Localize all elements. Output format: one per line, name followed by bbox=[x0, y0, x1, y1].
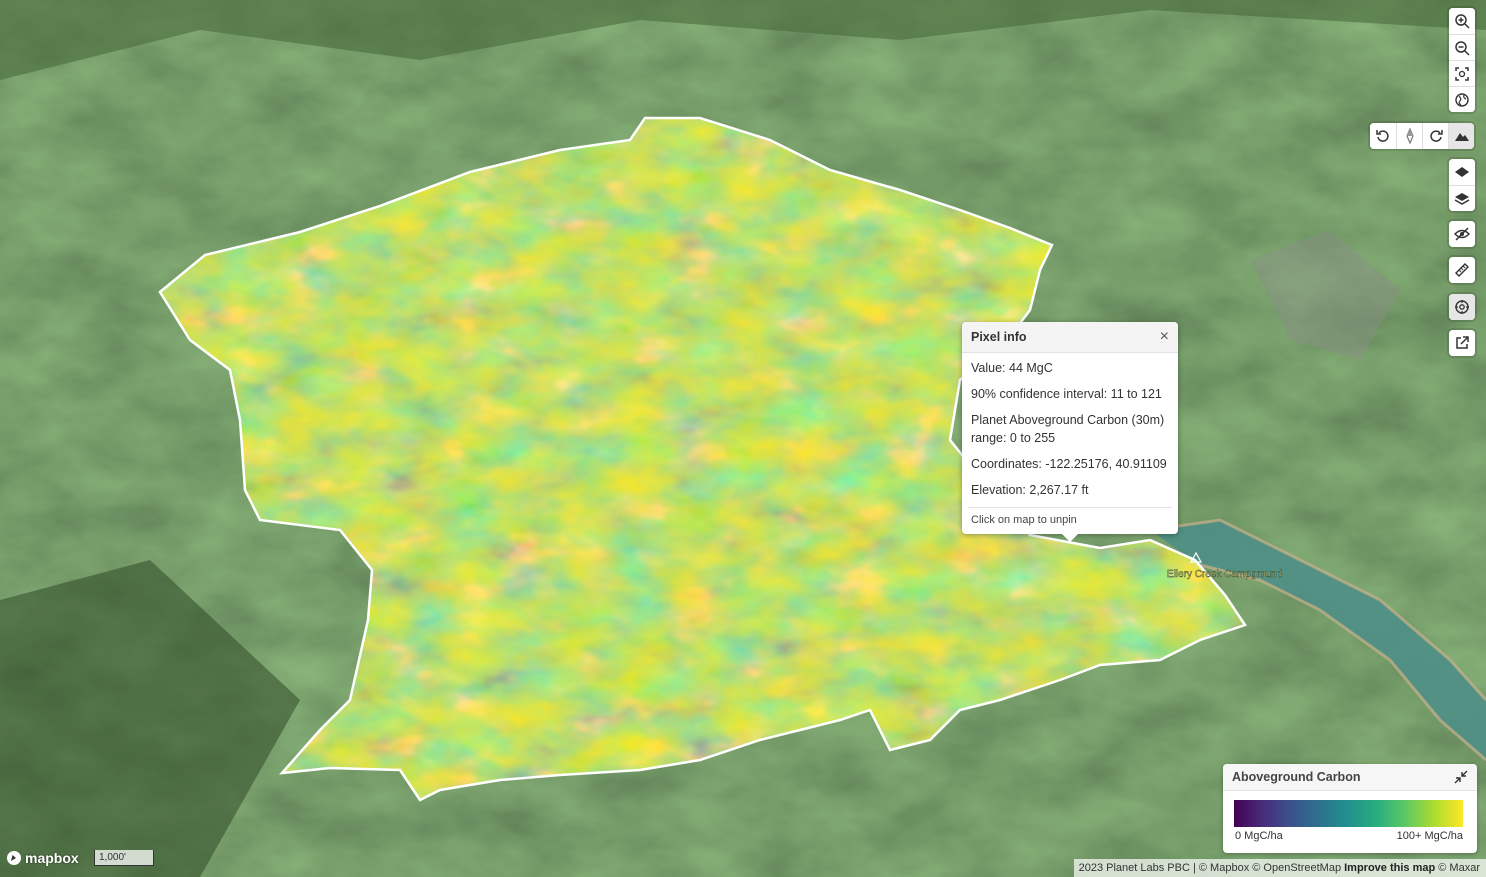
rotate-right-icon bbox=[1429, 130, 1443, 142]
elevation: Elevation: 2,267.17 ft bbox=[971, 483, 1089, 497]
logo-text: mapbox bbox=[25, 850, 79, 866]
compass-icon bbox=[1405, 128, 1414, 144]
scale-bar: 1,000' bbox=[94, 850, 154, 866]
layer-button[interactable] bbox=[1449, 159, 1475, 185]
visibility-control bbox=[1449, 221, 1475, 247]
pixel-info-popup: Pixel info × Value: 44 MgC 90% confidenc… bbox=[962, 322, 1178, 542]
popup-tip bbox=[1062, 534, 1078, 542]
legend-labels: 0 MgC/ha 100+ MgC/ha bbox=[1235, 830, 1463, 842]
attribution: 2023 Planet Labs PBC | © Mapbox © OpenSt… bbox=[1073, 859, 1486, 877]
target-button[interactable] bbox=[1449, 294, 1475, 320]
mapbox-logo-icon bbox=[7, 851, 21, 865]
map-canvas[interactable]: Ellery Creek Campground bbox=[0, 0, 1486, 877]
mapbox-logo[interactable]: mapbox bbox=[6, 850, 79, 866]
confidence-interval: 90% confidence interval: 11 to 121 bbox=[971, 387, 1162, 401]
rotate-right-button[interactable] bbox=[1422, 123, 1448, 149]
legend-min-label: 0 MgC/ha bbox=[1235, 830, 1283, 842]
hide-layer-button[interactable] bbox=[1449, 221, 1475, 247]
legend-color-ramp bbox=[1234, 800, 1463, 827]
popup-footer: Click on map to unpin bbox=[968, 507, 1172, 534]
share-control bbox=[1449, 330, 1475, 356]
zoom-in-icon bbox=[1455, 14, 1470, 29]
zoom-out-button[interactable] bbox=[1449, 34, 1475, 60]
maxar-credit: © Maxar bbox=[1438, 862, 1480, 874]
product-range: Planet Aboveground Carbon (30m) range: 0… bbox=[971, 413, 1165, 445]
close-icon[interactable]: × bbox=[1160, 329, 1169, 345]
globe-button[interactable] bbox=[1449, 86, 1475, 112]
ruler-button[interactable] bbox=[1449, 257, 1475, 283]
rotate-left-icon bbox=[1376, 130, 1389, 142]
rotate-controls bbox=[1370, 123, 1474, 149]
improve-map-link[interactable]: Improve this map bbox=[1344, 862, 1435, 874]
legend-panel: Aboveground Carbon 0 MgC/ha 100+ MgC/ha bbox=[1223, 764, 1477, 853]
hide-icon bbox=[1454, 227, 1470, 241]
external-link-button[interactable] bbox=[1449, 330, 1475, 356]
zoom-in-button[interactable] bbox=[1449, 8, 1475, 34]
target-icon bbox=[1455, 300, 1469, 314]
layers-stack-button[interactable] bbox=[1449, 185, 1475, 211]
terrain-button[interactable] bbox=[1448, 123, 1474, 149]
collapse-icon[interactable] bbox=[1454, 770, 1468, 784]
locate-control bbox=[1449, 294, 1475, 320]
ruler-icon bbox=[1455, 263, 1469, 277]
layer-controls bbox=[1449, 159, 1475, 211]
popup-title: Pixel info bbox=[971, 330, 1027, 344]
campground-label: Ellery Creek Campground bbox=[1167, 569, 1282, 580]
compass-button[interactable] bbox=[1396, 123, 1422, 149]
legend-title: Aboveground Carbon bbox=[1232, 770, 1361, 784]
zoom-controls bbox=[1449, 8, 1475, 112]
coordinates: Coordinates: -122.25176, 40.91109 bbox=[971, 457, 1167, 471]
pixel-value: Value: 44 MgC bbox=[971, 361, 1053, 375]
fit-bounds-icon bbox=[1455, 66, 1469, 81]
layers-stack-icon bbox=[1454, 192, 1470, 205]
legend-header: Aboveground Carbon bbox=[1223, 764, 1477, 791]
fit-bounds-button[interactable] bbox=[1449, 60, 1475, 86]
rotate-left-button[interactable] bbox=[1370, 123, 1396, 149]
terrain-icon bbox=[1454, 133, 1469, 141]
external-link-icon bbox=[1456, 336, 1469, 349]
layer-icon bbox=[1455, 167, 1469, 177]
globe-icon bbox=[1455, 92, 1469, 107]
legend-max-label: 100+ MgC/ha bbox=[1396, 830, 1463, 842]
measure-control bbox=[1449, 257, 1475, 283]
zoom-out-icon bbox=[1455, 40, 1470, 56]
attribution-text: 2023 Planet Labs PBC | © Mapbox © OpenSt… bbox=[1078, 862, 1342, 874]
popup-header: Pixel info × bbox=[962, 322, 1178, 353]
popup-body: Value: 44 MgC 90% confidence interval: 1… bbox=[962, 353, 1178, 499]
